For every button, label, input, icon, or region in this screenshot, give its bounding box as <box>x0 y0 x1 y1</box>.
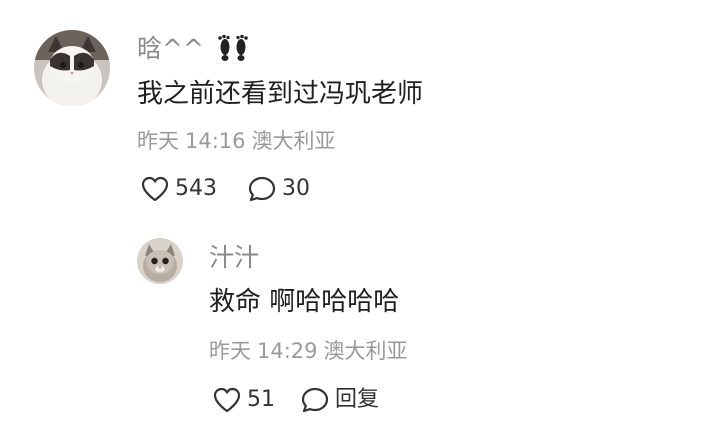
comment-text: 救命 啊哈哈哈哈 <box>209 287 400 317</box>
username-text: 晗^^ <box>137 34 204 63</box>
comment-text: 我之前还看到过冯巩老师 <box>137 79 424 109</box>
username[interactable]: 汁汁 <box>209 245 259 270</box>
reply-label: 回复 <box>335 387 380 412</box>
reply-count: 30 <box>282 176 310 201</box>
comment-time: 14:29 <box>257 339 318 363</box>
heart-icon <box>213 387 241 413</box>
comment-date: 昨天 <box>209 339 251 363</box>
like-count: 543 <box>175 176 217 201</box>
footprints-icon <box>216 34 250 66</box>
heart-icon <box>141 176 169 202</box>
like-button[interactable]: 543 <box>141 176 217 202</box>
comment-location: 澳大利亚 <box>251 129 336 153</box>
reply-button[interactable]: 回复 <box>301 387 379 413</box>
comment-bubble-icon <box>248 176 276 202</box>
comment-meta: 昨天 14:16 澳大利亚 <box>137 131 342 152</box>
username[interactable]: 晗^^ <box>137 34 250 66</box>
reply-count-button[interactable]: 30 <box>248 176 310 202</box>
comment-bubble-icon <box>301 387 329 413</box>
comment-date: 昨天 <box>137 129 179 153</box>
comment-meta: 昨天 14:29 澳大利亚 <box>209 341 414 362</box>
cat-avatar-icon[interactable] <box>34 30 110 106</box>
like-count: 51 <box>247 387 275 412</box>
comment-time: 14:16 <box>185 129 246 153</box>
kitten-avatar-icon[interactable] <box>137 238 183 284</box>
comment-location: 澳大利亚 <box>323 339 408 363</box>
like-button[interactable]: 51 <box>213 387 275 413</box>
